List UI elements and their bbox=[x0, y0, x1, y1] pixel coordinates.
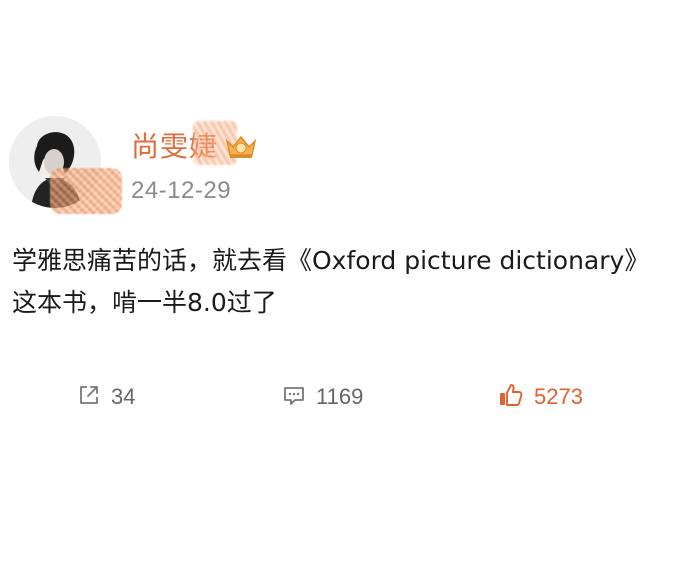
comment-count: 1169 bbox=[316, 384, 364, 409]
weibo-post-card: 尚雯婕 24-12-29 学雅思痛苦的话，就去看《Oxford picture … bbox=[0, 0, 680, 582]
like-count: 5273 bbox=[534, 384, 583, 409]
crown-badge-icon[interactable] bbox=[224, 131, 258, 159]
post-content-line: 学雅思痛苦的话，就去看《Oxford picture dictionary》 bbox=[12, 246, 650, 275]
share-arrow-icon bbox=[77, 383, 101, 411]
post-actions-bar: 34 1169 5273 bbox=[0, 380, 680, 414]
repost-button[interactable]: 34 bbox=[77, 380, 135, 414]
username-row: 尚雯婕 bbox=[131, 121, 258, 165]
comment-bubble-icon bbox=[282, 383, 306, 411]
comment-button[interactable]: 1169 bbox=[282, 380, 363, 414]
post-content-line: 这本书，啃一半8.0过了 bbox=[12, 288, 277, 317]
thumbs-up-icon bbox=[498, 382, 524, 412]
repost-count: 34 bbox=[111, 384, 136, 409]
post-content: 学雅思痛苦的话，就去看《Oxford picture dictionary》 这… bbox=[12, 240, 674, 324]
like-button[interactable]: 5273 bbox=[498, 380, 583, 414]
avatar-blur-overlay bbox=[50, 168, 122, 214]
post-date: 24-12-29 bbox=[131, 177, 232, 204]
